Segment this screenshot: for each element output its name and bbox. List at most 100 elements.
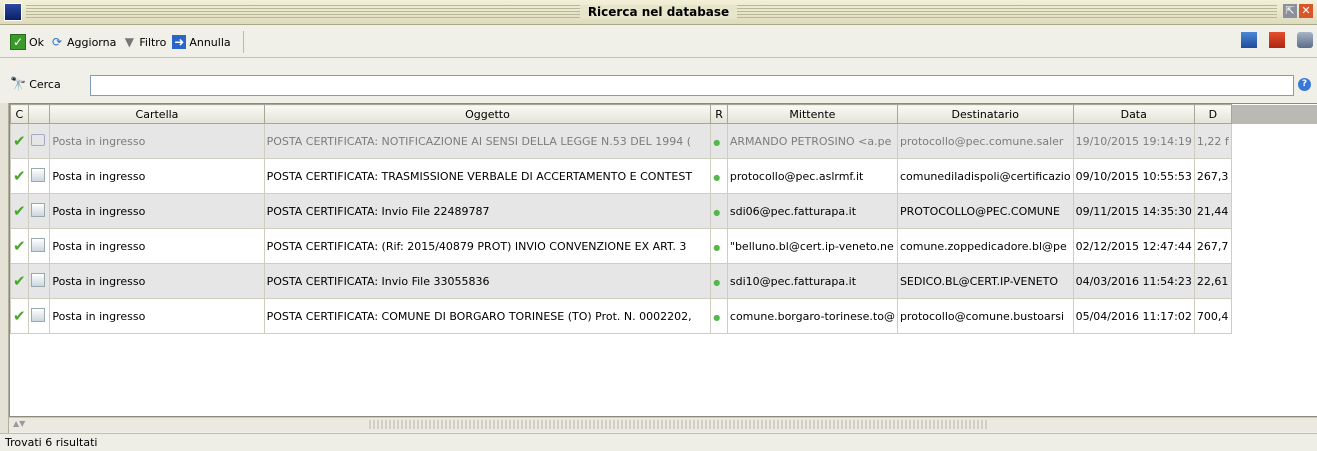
cell-d: 22,61 bbox=[1194, 264, 1231, 299]
status-dot-icon: ● bbox=[713, 208, 720, 217]
window-title: Ricerca nel database bbox=[580, 5, 737, 19]
table-row[interactable]: ✔ Posta in ingresso POSTA CERTIFICATA: C… bbox=[11, 299, 1317, 334]
cell-oggetto: POSTA CERTIFICATA: TRASMISSIONE VERBALE … bbox=[264, 159, 711, 194]
status-dot-icon: ● bbox=[713, 278, 720, 287]
search-input[interactable] bbox=[90, 75, 1294, 96]
col-header[interactable]: R bbox=[711, 105, 728, 124]
cell-mittente: comune.borgaro-torinese.to@ bbox=[727, 299, 897, 334]
ok-button[interactable]: ✓ Ok bbox=[10, 34, 44, 50]
filtro-label: Filtro bbox=[139, 36, 166, 49]
cell-cartella: Posta in ingresso bbox=[50, 229, 264, 264]
toolbar: ✓ Ok ⟳ Aggiorna ▼ Filtro ➜ Annulla bbox=[0, 25, 1317, 58]
aggiorna-label: Aggiorna bbox=[67, 36, 116, 49]
status-dot-icon: ● bbox=[713, 243, 720, 252]
cell-cartella: Posta in ingresso bbox=[50, 299, 264, 334]
cell-data: 09/11/2015 14:35:30 bbox=[1073, 194, 1194, 229]
col-header[interactable] bbox=[28, 105, 50, 124]
cell-oggetto: POSTA CERTIFICATA: Invio File 22489787 bbox=[264, 194, 711, 229]
cell-destinatario: SEDICO.BL@CERT.IP-VENETO bbox=[897, 264, 1073, 299]
col-header[interactable]: C bbox=[11, 105, 29, 124]
export-icon[interactable] bbox=[1269, 32, 1285, 48]
search-bar: 🔭 Cerca ? bbox=[0, 73, 1317, 97]
cell-oggetto: POSTA CERTIFICATA: (Rif: 2015/40879 PROT… bbox=[264, 229, 711, 264]
col-header[interactable]: D bbox=[1194, 105, 1231, 124]
col-header[interactable]: Destinatario bbox=[897, 105, 1073, 124]
check-icon: ✔ bbox=[13, 272, 26, 290]
table-header: C Cartella Oggetto R Mittente Destinatar… bbox=[11, 105, 1317, 124]
message-icon bbox=[31, 203, 45, 217]
cell-destinatario: comunediladispoli@certificazio bbox=[897, 159, 1073, 194]
splitter[interactable] bbox=[0, 103, 9, 433]
cell-d: 267,7 bbox=[1194, 229, 1231, 264]
cell-data: 19/10/2015 19:14:19 bbox=[1073, 124, 1194, 159]
scroll-arrows-icon[interactable]: ▲▼ bbox=[13, 419, 25, 428]
check-icon: ✔ bbox=[13, 132, 26, 150]
cell-cartella: Posta in ingresso bbox=[50, 264, 264, 299]
status-dot-icon: ● bbox=[713, 313, 720, 322]
cell-mittente: "belluno.bl@cert.ip-veneto.ne bbox=[727, 229, 897, 264]
cell-cartella: Posta in ingresso bbox=[50, 159, 264, 194]
check-icon: ✔ bbox=[13, 167, 26, 185]
annulla-button[interactable]: ➜ Annulla bbox=[172, 35, 230, 49]
col-header[interactable]: Mittente bbox=[727, 105, 897, 124]
cell-data: 05/04/2016 11:17:02 bbox=[1073, 299, 1194, 334]
close-icon[interactable]: ✕ bbox=[1299, 4, 1313, 18]
check-icon: ✔ bbox=[13, 307, 26, 325]
refresh-icon: ⟳ bbox=[50, 35, 64, 49]
table-row[interactable]: ✔ Posta in ingresso POSTA CERTIFICATA: I… bbox=[11, 264, 1317, 299]
toolbar-right bbox=[1241, 32, 1313, 48]
ok-label: Ok bbox=[29, 36, 44, 49]
cell-oggetto: POSTA CERTIFICATA: Invio File 33055836 bbox=[264, 264, 711, 299]
db-icon[interactable] bbox=[1297, 32, 1313, 48]
annulla-label: Annulla bbox=[189, 36, 230, 49]
cell-oggetto: POSTA CERTIFICATA: COMUNE DI BORGARO TOR… bbox=[264, 299, 711, 334]
cell-mittente: protocollo@pec.aslrmf.it bbox=[727, 159, 897, 194]
cell-cartella: Posta in ingresso bbox=[50, 194, 264, 229]
message-icon bbox=[31, 168, 45, 182]
cell-data: 09/10/2015 10:55:53 bbox=[1073, 159, 1194, 194]
cell-d: 21,44 bbox=[1194, 194, 1231, 229]
status-text: Trovati 6 risultati bbox=[5, 436, 98, 449]
cell-destinatario: PROTOCOLLO@PEC.COMUNE bbox=[897, 194, 1073, 229]
cell-mittente: sdi10@pec.fatturapa.it bbox=[727, 264, 897, 299]
col-header[interactable]: Data bbox=[1073, 105, 1194, 124]
status-dot-icon: ● bbox=[713, 173, 720, 182]
table-row[interactable]: ✔ Posta in ingresso POSTA CERTIFICATA: T… bbox=[11, 159, 1317, 194]
message-icon bbox=[31, 238, 45, 252]
cell-d: 1,22 f bbox=[1194, 124, 1231, 159]
cell-data: 02/12/2015 12:47:44 bbox=[1073, 229, 1194, 264]
cell-destinatario: protocollo@pec.comune.saler bbox=[897, 124, 1073, 159]
binoculars-icon: 🔭 bbox=[10, 77, 26, 92]
cell-oggetto: POSTA CERTIFICATA: NOTIFICAZIONE AI SENS… bbox=[264, 124, 711, 159]
table-row[interactable]: ✔ Posta in ingresso POSTA CERTIFICATA: N… bbox=[11, 124, 1317, 159]
filtro-button[interactable]: ▼ Filtro bbox=[122, 35, 166, 49]
filter-icon: ▼ bbox=[122, 35, 136, 49]
toolbar-actions: ✓ Ok ⟳ Aggiorna ▼ Filtro ➜ Annulla bbox=[10, 31, 244, 53]
status-dot-icon: ● bbox=[713, 138, 720, 147]
cell-destinatario: comune.zoppedicadore.bl@pe bbox=[897, 229, 1073, 264]
cell-cartella: Posta in ingresso bbox=[50, 124, 264, 159]
search-label-group: 🔭 Cerca bbox=[10, 77, 61, 92]
table-row[interactable]: ✔ Posta in ingresso POSTA CERTIFICATA: (… bbox=[11, 229, 1317, 264]
arrow-icon: ➜ bbox=[172, 35, 186, 49]
check-icon: ✔ bbox=[13, 237, 26, 255]
check-icon: ✔ bbox=[13, 202, 26, 220]
col-header[interactable]: Cartella bbox=[50, 105, 264, 124]
cell-data: 04/03/2016 11:54:23 bbox=[1073, 264, 1194, 299]
horizontal-scrollbar[interactable]: ▲▼ bbox=[9, 417, 1317, 432]
table-row[interactable]: ✔ Posta in ingresso POSTA CERTIFICATA: I… bbox=[11, 194, 1317, 229]
cell-d: 700,4 bbox=[1194, 299, 1231, 334]
envelope-icon bbox=[31, 134, 45, 146]
save-icon[interactable] bbox=[1241, 32, 1257, 48]
header-filler bbox=[1231, 105, 1317, 124]
search-label: Cerca bbox=[29, 78, 61, 91]
cell-mittente: sdi06@pec.fatturapa.it bbox=[727, 194, 897, 229]
check-icon: ✓ bbox=[10, 34, 26, 50]
help-icon[interactable]: ? bbox=[1298, 78, 1311, 91]
col-header[interactable]: Oggetto bbox=[264, 105, 711, 124]
restore-icon[interactable]: ⇱ bbox=[1283, 4, 1297, 18]
scrollbar-thumb[interactable] bbox=[369, 420, 989, 429]
cell-d: 267,3 bbox=[1194, 159, 1231, 194]
aggiorna-button[interactable]: ⟳ Aggiorna bbox=[50, 35, 116, 49]
results-table: C Cartella Oggetto R Mittente Destinatar… bbox=[9, 103, 1317, 417]
